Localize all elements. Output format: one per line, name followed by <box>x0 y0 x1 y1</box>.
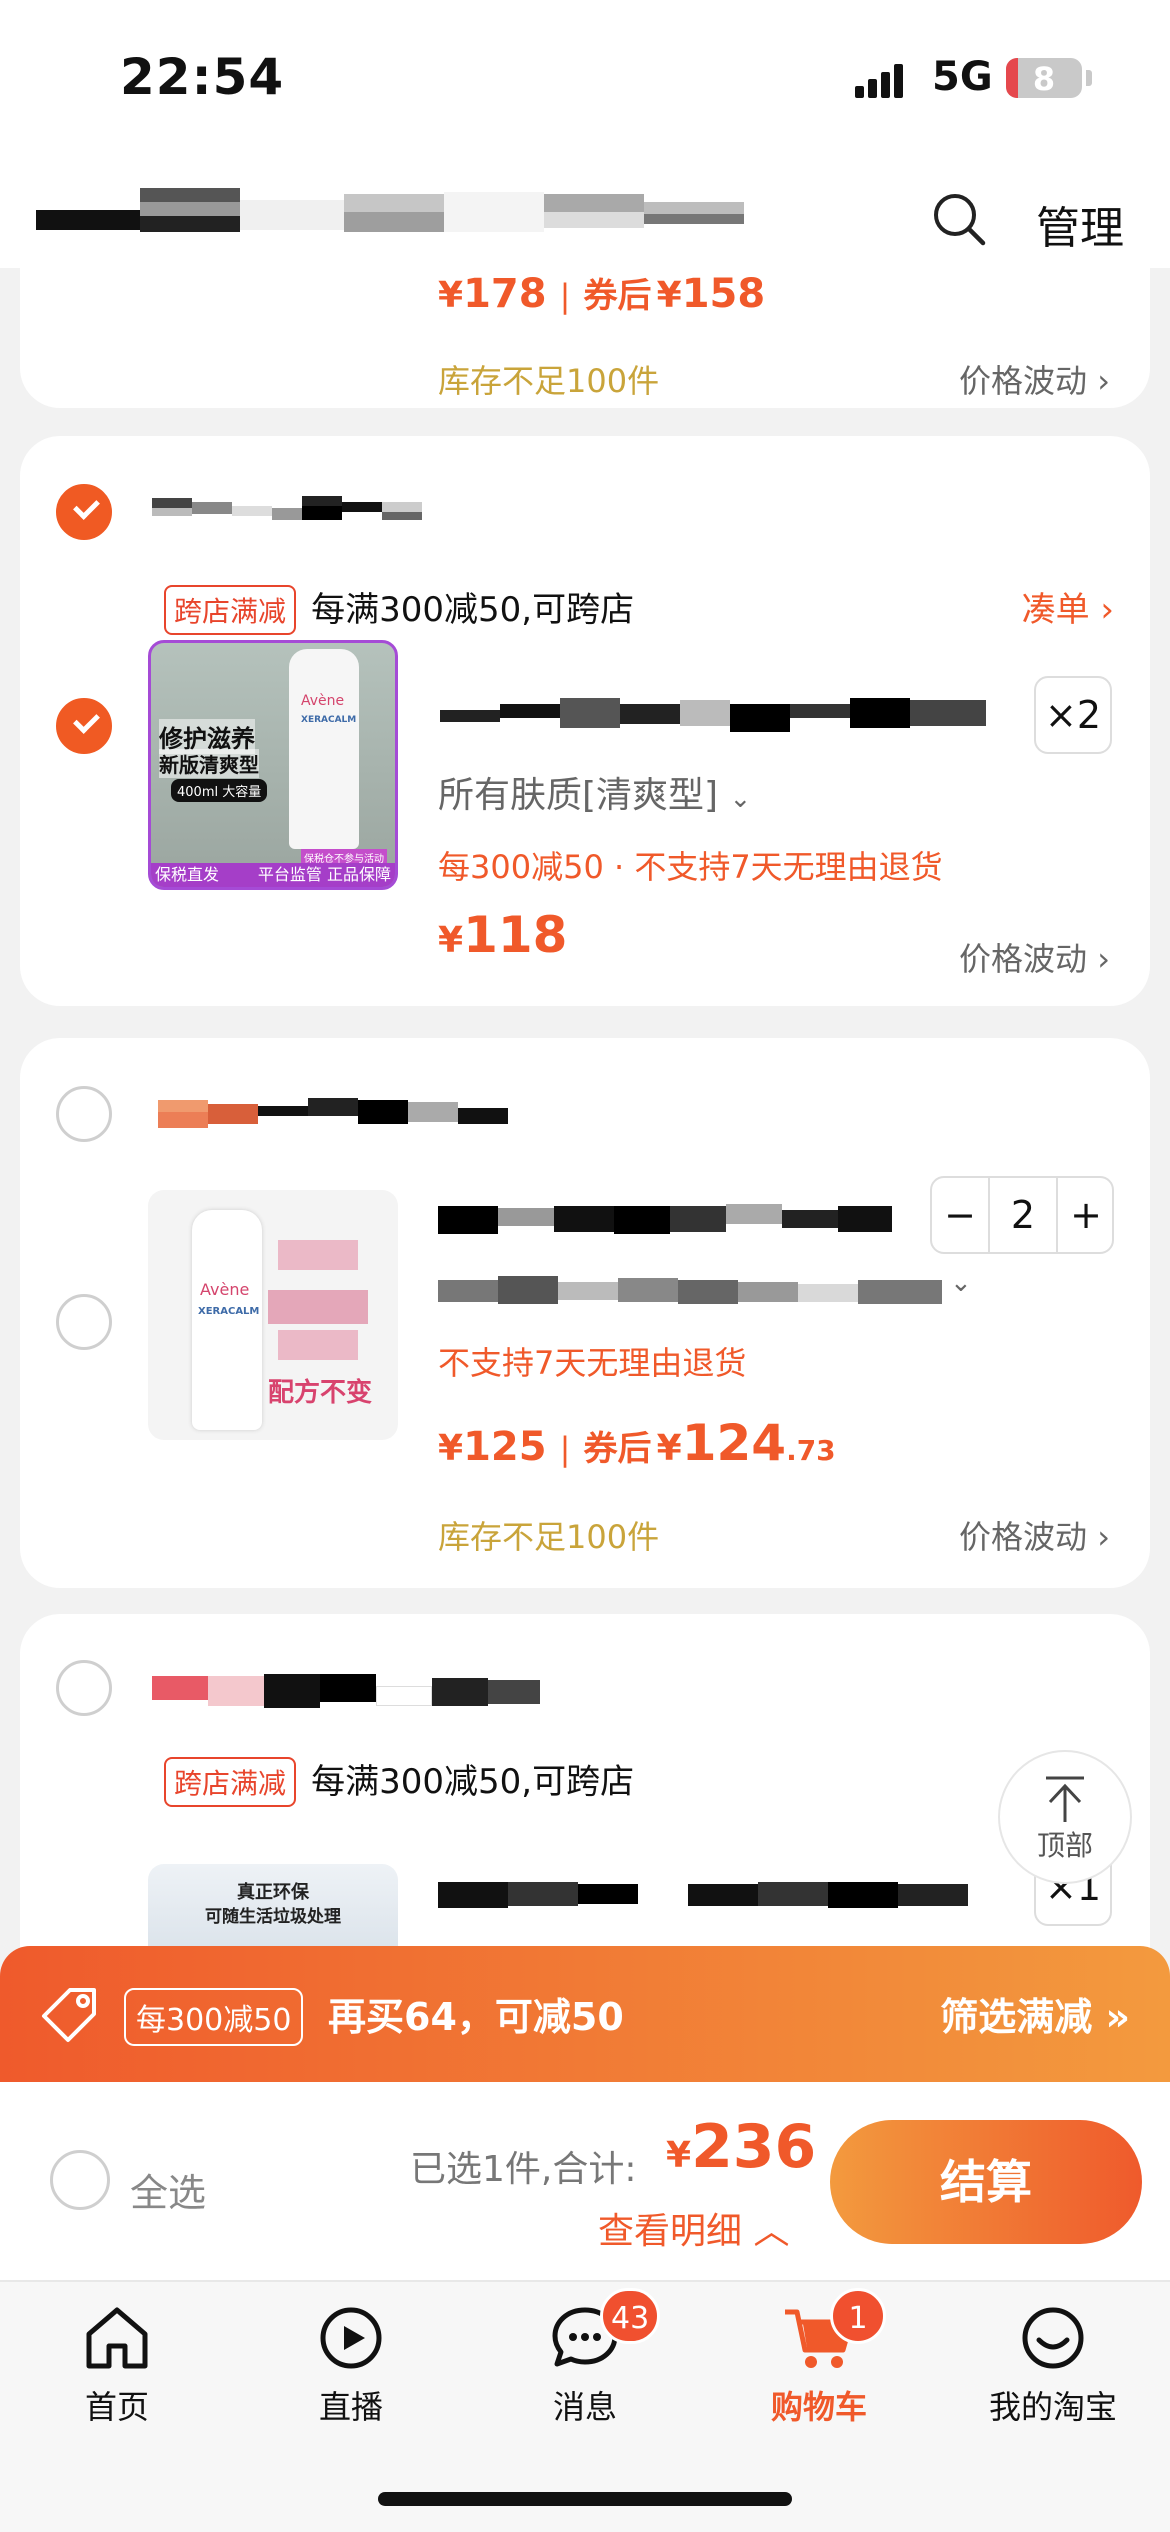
plus-button[interactable]: + <box>1056 1178 1114 1252</box>
tab-home[interactable]: 首页 <box>0 2300 234 2450</box>
battery-level: 8 <box>1032 60 1056 98</box>
store-checkbox[interactable] <box>56 1660 112 1716</box>
tab-profile[interactable]: 我的淘宝 <box>936 2300 1170 2450</box>
price-trend-link[interactable]: 价格波动 › <box>959 1512 1110 1558</box>
item-checkbox[interactable] <box>56 1294 112 1350</box>
coupon-price: 124 <box>681 1414 787 1472</box>
redacted-item-title <box>438 1200 892 1236</box>
tab-messages[interactable]: 消息 43 <box>468 2288 702 2450</box>
checkout-button[interactable]: 结算 <box>830 2120 1142 2244</box>
store-card: 跨店满减 每满300减50,可跨店 凑单 › Avène XERACALM 修护… <box>20 436 1150 1006</box>
promo-bar-tag: 每300减50 <box>124 1988 304 2046</box>
item-price: 118 <box>463 906 568 964</box>
arrow-up-icon <box>1046 1776 1084 1822</box>
minus-button[interactable]: − <box>932 1178 990 1252</box>
live-icon <box>320 2307 382 2369</box>
quantity-badge[interactable]: ×2 <box>1034 676 1112 754</box>
back-to-top-label: 顶部 <box>1036 1829 1093 1862</box>
manage-button[interactable]: 管理 <box>1036 192 1124 256</box>
store-card: ¥178 | 券后 ¥158 库存不足100件 价格波动 › <box>20 268 1150 408</box>
double-chevron-right-icon: » <box>1105 1995 1130 2039</box>
item-price: 178 <box>463 271 547 317</box>
tab-live[interactable]: 直播 <box>234 2300 468 2450</box>
product-thumbnail[interactable]: Avène XERACALM 修护滋养 新版清爽型 400ml 大容量 保税仓不… <box>148 640 398 890</box>
quantity-stepper[interactable]: − 2 + <box>930 1176 1114 1254</box>
stock-warning: 库存不足100件 <box>438 362 660 400</box>
product-thumbnail[interactable]: Avène XERACALM 配方不变 <box>148 1190 398 1440</box>
promo-text: 每满300减50,可跨店 <box>311 1762 635 1802</box>
cart-list[interactable]: ¥178 | 券后 ¥158 库存不足100件 价格波动 › 跨店满减 每满30… <box>0 268 1170 1948</box>
stock-warning: 库存不足100件 <box>438 1518 660 1556</box>
product-thumbnail[interactable]: 真正环保 可随生活垃圾处理 <box>148 1864 398 1948</box>
promo-row: 跨店满减 每满300减50,可跨店 <box>164 1754 634 1807</box>
store-card: Avène XERACALM 配方不变 ⌄ − 2 + 不支持7天无理由退货 ¥… <box>20 1038 1150 1588</box>
item-checkbox[interactable] <box>56 698 112 754</box>
redacted-variant <box>438 1276 942 1306</box>
chevron-down-icon: ⌄ <box>729 784 752 814</box>
battery-icon: 8 <box>1006 58 1082 98</box>
price-row: ¥125 | 券后 ¥124.73 <box>438 1414 836 1472</box>
total-price: ¥236 <box>666 2112 817 2182</box>
tab-cart[interactable]: 购物车 1 <box>702 2288 936 2450</box>
item-notice: 不支持7天无理由退货 <box>438 1344 747 1382</box>
redacted-store-name <box>152 492 432 526</box>
filter-discount-link[interactable]: 筛选满减 » <box>940 1986 1130 2041</box>
item-notice: 每300减50 · 不支持7天无理由退货 <box>438 848 943 886</box>
coupon-tag-icon <box>42 1988 96 2042</box>
promo-tag: 跨店满减 <box>164 1757 297 1807</box>
network-type: 5G <box>932 54 993 100</box>
price-trend-link[interactable]: 价格波动 › <box>959 356 1110 402</box>
redacted-store-name <box>152 1670 540 1712</box>
select-all-checkbox[interactable] <box>50 2150 110 2210</box>
signal-icon <box>855 64 905 98</box>
checkout-bar: 全选 已选1件,合计: ¥236 查看明细 ︿ 结算 <box>0 2082 1170 2282</box>
price-row: ¥118 <box>438 906 568 964</box>
chevron-down-icon: ⌄ <box>950 1268 972 1298</box>
promo-row: 跨店满减 每满300减50,可跨店 <box>164 582 634 635</box>
cart-header: 管理 <box>0 150 1170 268</box>
profile-icon <box>1022 2307 1084 2369</box>
store-checkbox[interactable] <box>56 1086 112 1142</box>
selected-summary: 已选1件,合计: <box>410 2149 637 2190</box>
view-detail-link[interactable]: 查看明细 ︿ <box>598 2202 789 2254</box>
message-badge: 43 <box>600 2288 661 2344</box>
search-icon[interactable] <box>932 192 986 246</box>
price-trend-link[interactable]: 价格波动 › <box>959 934 1110 980</box>
redacted-item-title <box>438 1876 988 1912</box>
redacted-address <box>36 188 748 236</box>
add-on-link[interactable]: 凑单 › <box>1022 582 1114 631</box>
coupon-price: 158 <box>681 271 766 317</box>
back-to-top-button[interactable]: 顶部 <box>998 1750 1132 1884</box>
select-all-label[interactable]: 全选 <box>130 2162 206 2217</box>
status-time: 22:54 <box>120 48 285 106</box>
promo-bar[interactable]: 每300减50 再买64，可减50 筛选满减 » <box>0 1946 1170 2082</box>
variant-selector[interactable]: 所有肤质[清爽型] ⌄ <box>438 766 751 818</box>
promo-tag: 跨店满减 <box>164 585 297 635</box>
status-bar: 22:54 5G 8 <box>0 0 1170 150</box>
home-indicator <box>378 2492 792 2506</box>
promo-bar-message: 再买64，可减50 <box>328 1995 624 2039</box>
quantity-value[interactable]: 2 <box>990 1178 1056 1252</box>
variant-selector[interactable]: ⌄ <box>438 1268 978 1308</box>
store-checkbox[interactable] <box>56 484 112 540</box>
redacted-item-title <box>440 694 986 732</box>
promo-text: 每满300减50,可跨店 <box>311 590 635 630</box>
redacted-store-name <box>158 1094 508 1134</box>
chevron-up-icon: ︿ <box>753 2211 790 2252</box>
home-icon <box>86 2307 148 2369</box>
store-card: 跨店满减 每满300减50,可跨店 真正环保 可随生活垃圾处理 ×1 <box>20 1614 1150 1948</box>
cart-badge: 1 <box>830 2288 886 2344</box>
item-price: 125 <box>463 1424 547 1470</box>
price-row: ¥178 | 券后 ¥158 <box>438 271 766 317</box>
